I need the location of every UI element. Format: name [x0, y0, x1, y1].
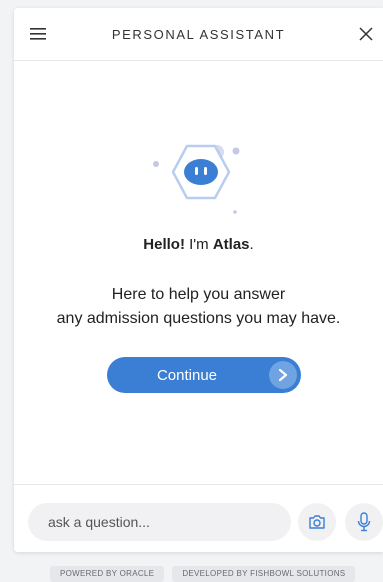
assistant-name: Atlas	[212, 236, 250, 253]
assistant-panel: PERSONAL ASSISTANT Hello! I'm Atlas. Her…	[14, 8, 383, 552]
continue-button[interactable]: Continue	[107, 357, 301, 393]
tagline: Here to help you answer any admission qu…	[14, 283, 383, 331]
powered-by-badge: POWERED BY ORACLE	[50, 566, 165, 582]
greeting-hello: Hello!	[143, 236, 185, 253]
bot-avatar-icon	[153, 144, 240, 214]
greeting: Hello! I'm Atlas.	[14, 236, 383, 253]
greeting-period: .	[249, 236, 254, 253]
tagline-line2: any admission questions you may have.	[56, 310, 341, 327]
close-icon[interactable]	[358, 26, 374, 42]
greeting-im: I'm	[184, 236, 213, 253]
page-title: PERSONAL ASSISTANT	[111, 27, 286, 42]
credits: POWERED BY ORACLE DEVELOPED BY FISHBOWL …	[50, 566, 356, 582]
camera-icon	[309, 515, 325, 529]
microphone-button[interactable]	[345, 503, 383, 541]
continue-label: Continue	[156, 367, 218, 384]
microphone-icon	[357, 512, 371, 532]
developed-by-badge: DEVELOPED BY FISHBOWL SOLUTIONS	[172, 566, 356, 582]
question-input[interactable]	[28, 503, 291, 541]
camera-button[interactable]	[298, 503, 336, 541]
input-bar	[14, 484, 383, 552]
tagline-line1: Here to help you answer	[111, 286, 286, 303]
header: PERSONAL ASSISTANT	[14, 8, 383, 61]
chevron-right-icon	[269, 361, 297, 389]
